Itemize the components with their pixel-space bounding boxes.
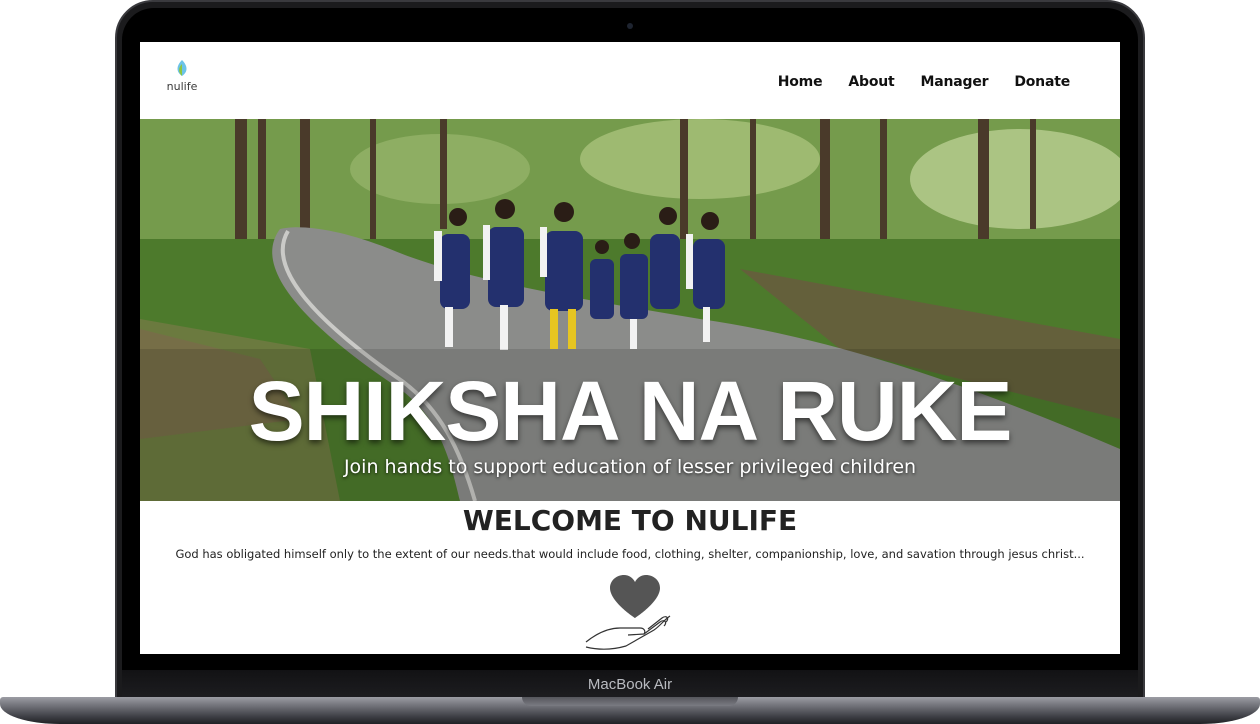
device-model-label: MacBook Air (587, 676, 673, 693)
navbar: nulife Home About Manager Donate (140, 42, 1120, 119)
welcome-text: God has obligated himself only to the ex… (175, 547, 1085, 561)
camera-icon (627, 23, 633, 29)
nav-donate[interactable]: Donate (1014, 74, 1070, 90)
main-nav: Home About Manager Donate (778, 74, 1070, 90)
hero-subtitle: Join hands to support education of lesse… (343, 456, 917, 478)
hand-holding-heart-icon (585, 575, 671, 650)
leaf-drop-icon (177, 60, 187, 76)
welcome-title: WELCOME TO NULIFE (462, 504, 798, 537)
laptop-notch (522, 697, 738, 706)
nav-home[interactable]: Home (778, 74, 823, 90)
nav-about[interactable]: About (848, 74, 894, 90)
website-screen: nulife Home About Manager Donate SHIKSHA… (140, 42, 1120, 654)
hero-title: SHIKSHA NA RUKE (248, 364, 1013, 458)
nav-manager[interactable]: Manager (921, 74, 989, 90)
logo-text: nulife (166, 80, 198, 93)
hero-banner: SHIKSHA NA RUKE Join hands to support ed… (140, 119, 1120, 501)
site-logo[interactable]: nulife (162, 58, 202, 98)
